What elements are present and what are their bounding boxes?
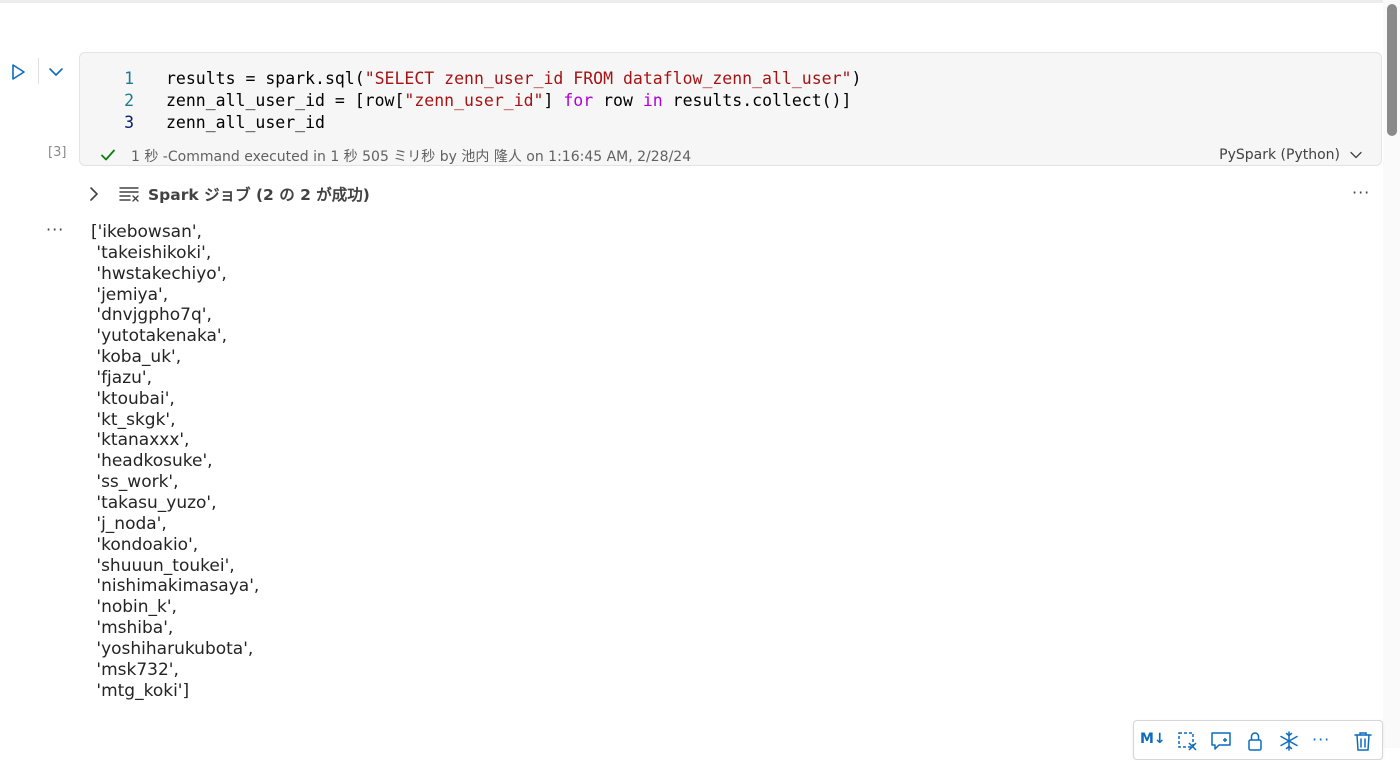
language-label: PySpark (Python) xyxy=(1219,147,1340,163)
code-token: row xyxy=(593,91,643,110)
scrollbar-thumb[interactable] xyxy=(1387,4,1397,136)
output-line: 'kt_skgk', xyxy=(91,409,176,430)
chevron-right-icon[interactable] xyxy=(86,185,102,203)
line-number: 3 xyxy=(124,113,134,132)
execution-status-text: 1 秒 -Command executed in 1 秒 505 ミリ秒 by … xyxy=(131,149,692,165)
collapse-cell-button[interactable] xyxy=(46,62,66,82)
output-line: 'yoshiharukubota', xyxy=(91,638,254,659)
gutter-divider xyxy=(38,58,39,84)
convert-to-markdown-button[interactable]: M↓ xyxy=(1140,731,1166,753)
spark-jobs-row: Spark ジョブ (2 の 2 が成功) ··· xyxy=(86,183,1386,205)
code-text: zenn_all_user_id = [row["zenn_user_id"] … xyxy=(166,90,851,112)
output-line: 'shuuun_toukei', xyxy=(91,555,235,576)
output-line: 'ss_work', xyxy=(91,472,179,493)
cell-status-bar: 1 秒 -Command executed in 1 秒 505 ミリ秒 by … xyxy=(80,145,1381,165)
output-line: 'takasu_yuzo', xyxy=(91,492,217,513)
output-line: 'kondoakio', xyxy=(91,534,199,555)
output-line: 'mshiba', xyxy=(91,618,174,639)
comment-icon[interactable] xyxy=(1210,730,1232,752)
output-line: 'j_noda', xyxy=(91,513,167,534)
code-text: zenn_all_user_id xyxy=(166,112,325,134)
code-token: for xyxy=(563,91,594,110)
code-token: in xyxy=(642,91,663,110)
line-number: 1 xyxy=(124,69,134,88)
output-line: ['ikebowsan', xyxy=(91,222,202,242)
cell-output: ['ikebowsan', 'takeishikoki', 'hwstakech… xyxy=(91,222,259,701)
output-line: 'ktoubai', xyxy=(91,388,175,409)
code-token: zenn_all_user_id xyxy=(166,113,325,132)
output-line: 'msk732', xyxy=(91,659,179,680)
output-line: 'yutotakenaka', xyxy=(91,326,227,347)
spark-jobs-more-button[interactable]: ··· xyxy=(1352,183,1374,203)
output-line: 'takeishikoki', xyxy=(91,242,212,263)
list-icon xyxy=(119,187,139,202)
code-token: "SELECT zenn_user_id FROM dataflow_zenn_… xyxy=(364,69,852,88)
line-number: 2 xyxy=(124,91,134,110)
code-token: ) xyxy=(851,69,862,88)
code-token: ] xyxy=(543,91,564,110)
clear-output-icon[interactable] xyxy=(1176,730,1198,752)
chevron-down-icon xyxy=(49,68,63,76)
output-line: 'koba_uk', xyxy=(91,347,182,368)
code-cell[interactable]: 1 results = spark.sql("SELECT zenn_user_i… xyxy=(79,52,1382,166)
output-line: 'nishimakimasaya', xyxy=(91,576,260,597)
chevron-down-icon xyxy=(1350,151,1362,159)
output-line: 'hwstakechiyo', xyxy=(91,263,227,284)
toolbar-more-button[interactable]: ··· xyxy=(1312,730,1334,752)
output-line: 'fjazu', xyxy=(91,367,152,388)
lock-icon[interactable] xyxy=(1244,730,1266,752)
play-icon xyxy=(12,64,25,80)
code-token: results = spark.sql( xyxy=(166,69,365,88)
spark-jobs-title: Spark ジョブ (2 の 2 が成功) xyxy=(148,186,370,204)
top-border xyxy=(0,0,1400,3)
checkmark-icon xyxy=(101,149,115,161)
cell-toolbar: M↓ ··· xyxy=(1133,720,1383,760)
code-token: zenn_all_user_id = [row[ xyxy=(166,91,405,110)
vertical-scrollbar[interactable] xyxy=(1383,0,1400,748)
code-token: results.collect()] xyxy=(662,91,852,110)
freeze-icon[interactable] xyxy=(1278,730,1300,752)
output-line: 'dnvjgpho7q', xyxy=(91,305,212,326)
output-line: 'headkosuke', xyxy=(91,451,213,472)
run-cell-button[interactable] xyxy=(8,62,28,82)
output-more-button[interactable]: ··· xyxy=(46,220,64,239)
delete-icon[interactable] xyxy=(1352,730,1374,752)
code-text: results = spark.sql("SELECT zenn_user_id… xyxy=(166,68,861,90)
execution-count: [3] xyxy=(48,145,67,160)
code-token: "zenn_user_id" xyxy=(404,91,544,110)
output-line: 'ktanaxxx', xyxy=(91,430,190,451)
language-selector[interactable]: PySpark (Python) xyxy=(1219,145,1363,165)
output-line: 'jemiya', xyxy=(91,284,169,305)
output-line: 'nobin_k', xyxy=(91,597,177,618)
output-line: 'mtg_koki'] xyxy=(91,680,190,701)
